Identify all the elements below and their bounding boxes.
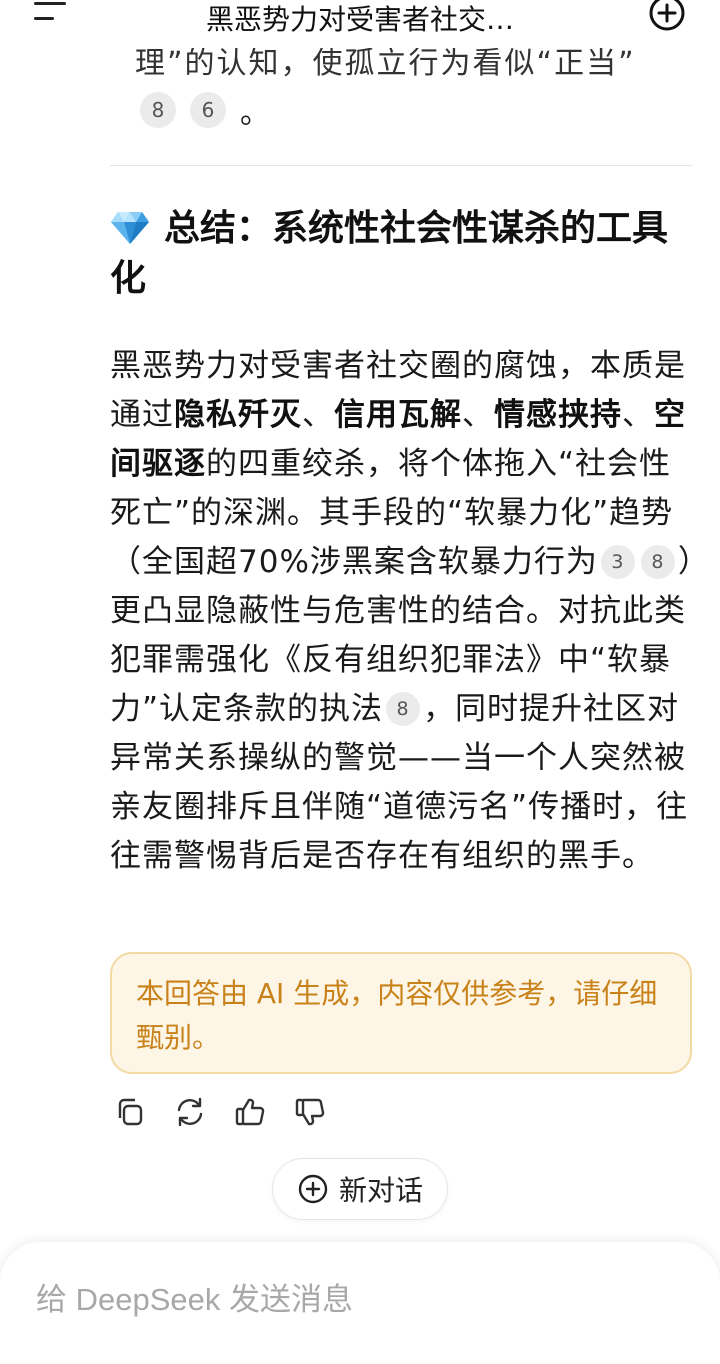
- summary-paragraph: 黑恶势力对受害者社交圈的腐蚀，本质是通过隐私歼灭、信用瓦解、情感挟持、空间驱逐的…: [110, 342, 700, 881]
- regenerate-icon[interactable]: [174, 1096, 206, 1128]
- message-input[interactable]: [36, 1272, 676, 1328]
- citation-badge[interactable]: 8: [140, 92, 176, 128]
- add-circle-icon: [298, 1174, 328, 1204]
- previous-citations: 8 6 。: [140, 88, 270, 132]
- new-chat-label: 新对话: [338, 1174, 423, 1207]
- copy-icon[interactable]: [114, 1096, 146, 1128]
- citation-badge[interactable]: 3: [600, 545, 635, 579]
- bold-term: 隐私歼灭: [174, 397, 302, 433]
- end-punctuation: 。: [240, 96, 270, 131]
- citation-badge[interactable]: 6: [190, 92, 226, 128]
- new-chat-button[interactable]: 新对话: [272, 1158, 448, 1220]
- citation-badge[interactable]: 8: [386, 692, 421, 726]
- message-actions: [114, 1096, 326, 1128]
- conversation-title[interactable]: 黑恶势力对受害者社交…: [120, 0, 600, 38]
- text-run: 、: [622, 397, 654, 433]
- section-divider: [110, 165, 692, 166]
- top-bar: 黑恶势力对受害者社交…: [0, 0, 720, 40]
- summary-heading: 总结：系统性社会性谋杀的工具化: [110, 204, 670, 304]
- citation-badge[interactable]: 8: [640, 545, 675, 579]
- text-run: 、: [302, 397, 334, 433]
- previous-paragraph-tail: 理”的认知，使孤立行为看似“正当”: [135, 46, 636, 81]
- bold-term: 情感挟持: [494, 397, 622, 433]
- bold-term: 信用瓦解: [334, 397, 462, 433]
- ai-disclaimer-notice: 本回答由 AI 生成，内容仅供参考，请仔细甄别。: [110, 952, 692, 1074]
- add-circle-icon[interactable]: [648, 0, 686, 32]
- gem-icon: [111, 212, 149, 244]
- thumbs-down-icon[interactable]: [294, 1096, 326, 1128]
- summary-heading-text: 总结：系统性社会性谋杀的工具化: [110, 208, 669, 299]
- text-run: 、: [462, 397, 494, 433]
- composer: [0, 1242, 720, 1364]
- thumbs-up-icon[interactable]: [234, 1096, 266, 1128]
- menu-icon[interactable]: [34, 0, 70, 30]
- chat-content: 理”的认知，使孤立行为看似“正当” 8 6 。 总结：系统性社会性谋杀的工具化 …: [0, 0, 720, 1364]
